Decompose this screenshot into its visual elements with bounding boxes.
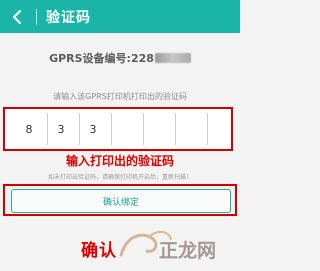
enter-code-annotation: 输入打印出的验证码 bbox=[65, 154, 174, 168]
device-number-row: GPRS设备编号:228 bbox=[0, 50, 240, 66]
masked-device-number bbox=[154, 53, 191, 63]
code-digit-5[interactable] bbox=[144, 113, 170, 145]
watermark-text: 正龙网 bbox=[159, 239, 216, 262]
device-number-value: 228 bbox=[130, 52, 154, 65]
top-bar: 验证码 bbox=[0, 0, 240, 33]
reprint-tip: 如未打印出验证码，请确保打印机开启后，重新扫描！ bbox=[47, 174, 192, 181]
page-title: 验证码 bbox=[46, 10, 91, 26]
back-button[interactable] bbox=[0, 0, 34, 33]
verification-code-input-group[interactable]: 8 3 3 bbox=[3, 107, 233, 151]
code-digit-3[interactable]: 3 bbox=[80, 113, 106, 145]
title-divider bbox=[36, 9, 37, 25]
code-prompt: 请输入该GPRS打印机打印出的验证码 bbox=[53, 92, 187, 101]
code-digit-4[interactable] bbox=[112, 113, 138, 145]
chevron-left-icon bbox=[12, 9, 22, 24]
confirm-highlight-box: 确认绑定 bbox=[3, 184, 237, 216]
code-digit-7[interactable] bbox=[208, 113, 228, 145]
confirm-bind-button[interactable]: 确认绑定 bbox=[11, 189, 231, 213]
device-number-label: GPRS设备编号: bbox=[49, 52, 131, 65]
code-digit-2[interactable]: 3 bbox=[48, 113, 74, 145]
verification-page: 验证码 GPRS设备编号:228 请输入该GPRS打印机打印出的验证码 8 3 … bbox=[0, 0, 240, 271]
dragon-logo-icon: 正龙网 bbox=[119, 231, 216, 262]
code-digit-1[interactable]: 8 bbox=[16, 113, 42, 145]
code-digit-6[interactable] bbox=[176, 113, 202, 145]
confirm-annotation: 确认 bbox=[81, 241, 117, 261]
